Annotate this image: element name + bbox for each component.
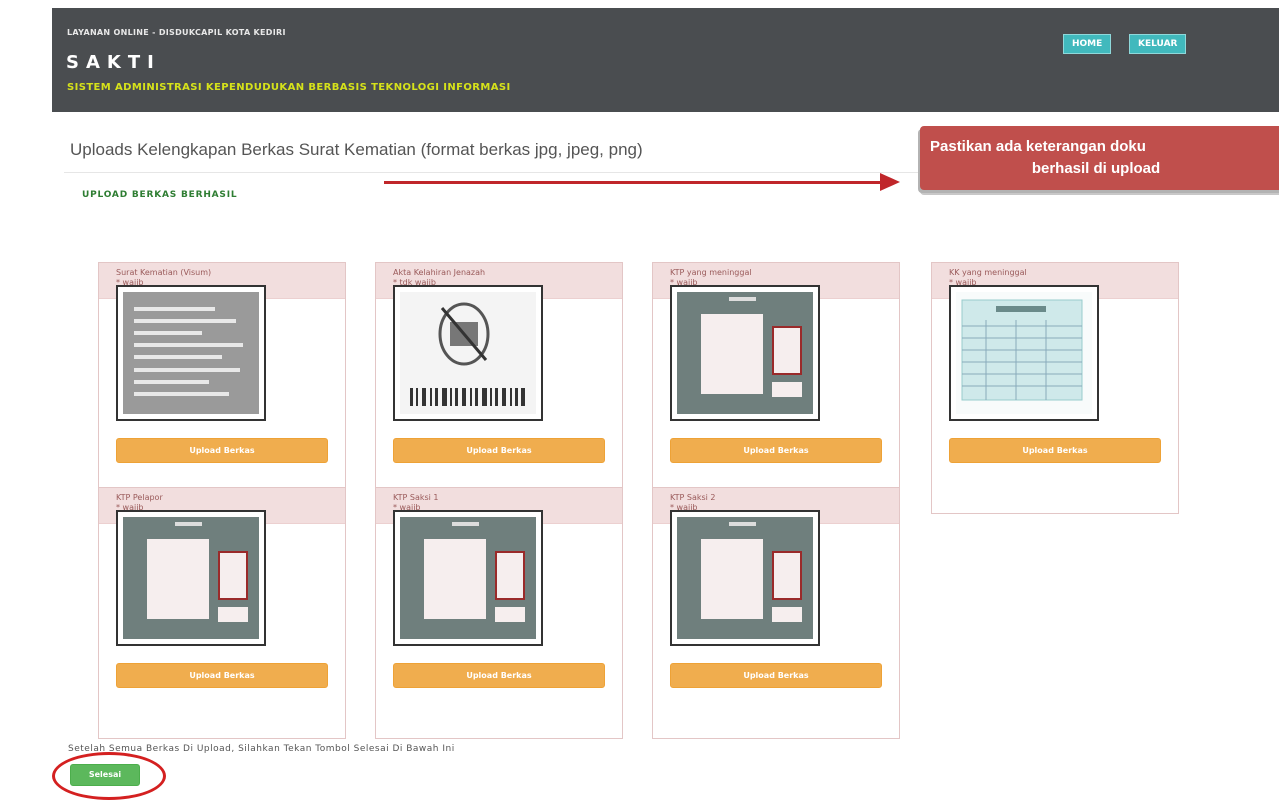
document-thumbnail[interactable]	[116, 285, 266, 421]
card-title: Akta Kelahiran Jenazah	[393, 268, 486, 277]
upload-success-message: UPLOAD BERKAS BERHASIL	[82, 190, 238, 200]
upload-berkas-button[interactable]: Upload Berkas	[393, 663, 605, 688]
app-header: LAYANAN ONLINE - DISDUKCAPIL KOTA KEDIRI…	[52, 8, 1279, 112]
upload-berkas-button[interactable]: Upload Berkas	[116, 438, 328, 463]
ktp-card-icon	[400, 517, 536, 639]
upload-berkas-button[interactable]: Upload Berkas	[116, 663, 328, 688]
upload-card-ktp-pelapor: KTP Pelapor * wajib Upload Berkas	[98, 487, 346, 739]
document-thumbnail[interactable]	[670, 285, 820, 421]
upload-card-akta-kelahiran: Akta Kelahiran Jenazah * tdk wajib Uploa…	[375, 262, 623, 514]
family-card-icon	[956, 292, 1092, 414]
upload-card-kk-meninggal: KK yang meninggal * wajib Upload Berkas	[931, 262, 1179, 514]
upload-card-surat-kematian: Surat Kematian (Visum) * wajib Upload Be…	[98, 262, 346, 514]
annotation-arrow-head	[880, 173, 900, 191]
document-thumbnail[interactable]	[393, 510, 543, 646]
upload-berkas-button[interactable]: Upload Berkas	[670, 438, 882, 463]
upload-card-ktp-meninggal: KTP yang meninggal * wajib Upload Berkas	[652, 262, 900, 514]
header-tagline: LAYANAN ONLINE - DISDUKCAPIL KOTA KEDIRI	[67, 28, 286, 37]
card-title: KK yang meninggal	[949, 268, 1027, 277]
card-title: Surat Kematian (Visum)	[116, 268, 212, 277]
ktp-card-icon	[123, 517, 259, 639]
document-thumbnail[interactable]	[949, 285, 1099, 421]
header-subtitle: SISTEM ADMINISTRASI KEPENDUDUKAN BERBASI…	[67, 82, 511, 93]
card-title: KTP Pelapor	[116, 493, 163, 502]
ktp-card-icon	[677, 517, 813, 639]
card-title: KTP Saksi 1	[393, 493, 439, 502]
annotation-highlight-ring	[52, 752, 166, 800]
upload-berkas-button[interactable]: Upload Berkas	[393, 438, 605, 463]
card-title: KTP yang meninggal	[670, 268, 752, 277]
app-brand: SAKTI	[66, 52, 161, 73]
annotation-arrow	[384, 181, 884, 184]
page-title: Uploads Kelengkapan Berkas Surat Kematia…	[70, 140, 643, 159]
callout-line-2: berhasil di upload	[1031, 160, 1161, 177]
upload-card-ktp-saksi-2: KTP Saksi 2 * wajib Upload Berkas	[652, 487, 900, 739]
upload-card-ktp-saksi-1: KTP Saksi 1 * wajib Upload Berkas	[375, 487, 623, 739]
upload-berkas-button[interactable]: Upload Berkas	[949, 438, 1161, 463]
ktp-card-icon	[677, 292, 813, 414]
document-thumbnail[interactable]	[393, 285, 543, 421]
annotation-callout: Pastikan ada keterangan doku berhasil di…	[920, 126, 1279, 190]
callout-line-1: Pastikan ada keterangan doku	[930, 138, 1146, 155]
no-photo-barcode-icon	[400, 292, 536, 414]
document-thumbnail[interactable]	[670, 510, 820, 646]
home-button[interactable]: HOME	[1063, 34, 1112, 54]
document-thumbnail[interactable]	[116, 510, 266, 646]
logout-button[interactable]: KELUAR	[1129, 34, 1187, 54]
card-title: KTP Saksi 2	[670, 493, 716, 502]
scanned-document-icon	[123, 292, 259, 414]
upload-berkas-button[interactable]: Upload Berkas	[670, 663, 882, 688]
